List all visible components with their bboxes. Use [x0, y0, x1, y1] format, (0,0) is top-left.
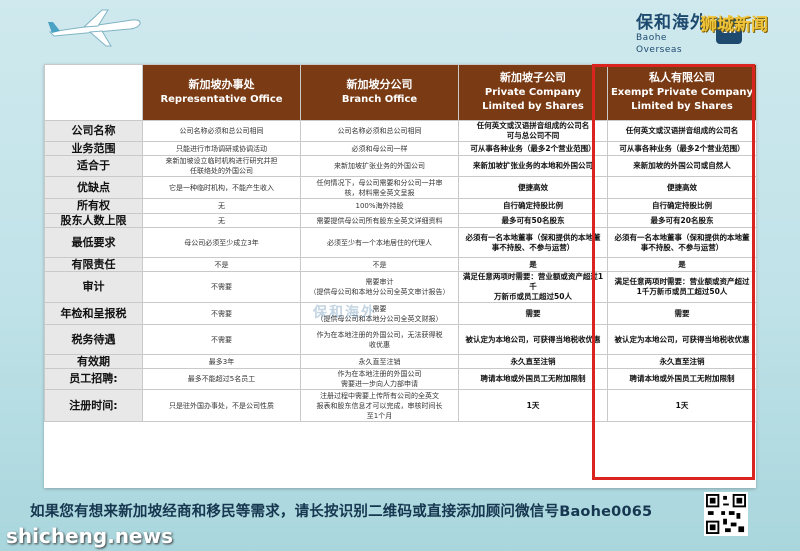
comparison-table: 新加坡办事处 Representative Office 新加坡分公司 Branch… — [44, 64, 757, 422]
table-cell: 需要 — [607, 302, 757, 325]
table-row: 注册时间: 只是驻外国办事处，不是公司性质 注册过程中需要上传所有公司的全英文 报表… — [44, 389, 757, 422]
table-row: 有效期 最多3年 永久直至注销 永久直至注销 永久直至注销 — [44, 354, 757, 369]
table-cell: 注册过程中需要上传所有公司的全英文 报表和股东信息才可以完成，审核时间长 至1个… — [300, 389, 459, 422]
table-cell: 聘请本地或外国员工无附加限制 — [607, 368, 757, 390]
row-label: 最低要求 — [44, 227, 143, 258]
table-cell: 不是 — [300, 257, 459, 272]
table-row: 所有权无 100%海外持股 自行确定持股比例 自行确定持股比例 — [44, 198, 757, 214]
row-label: 业务范围 — [44, 141, 143, 156]
table-cell: 永久直至注销 — [300, 354, 459, 369]
table-cell: 便捷高效 — [607, 176, 757, 199]
table-cell: 自行确定持股比例 — [607, 198, 757, 214]
watermark-top: 狮城新闻 — [700, 15, 768, 35]
table-cell: 最多可有20名股东 — [607, 213, 757, 228]
header-corner — [44, 64, 143, 121]
table-cell: 可从事各种业务（最多2个营业范围） — [607, 141, 757, 156]
column-header: 新加坡子公司 Private Company Limited by Shares — [458, 64, 608, 121]
table-cell: 最多可有50名股东 — [458, 213, 608, 228]
table-row: 有限责任 不是 不是是是 — [44, 257, 757, 272]
table-cell: 公司名称必须和总公司相同 — [142, 120, 301, 142]
table-cell: 不需要 — [142, 324, 301, 355]
table-cell: 必须有一名本地董事（保和提供的本地董 事不持股、不参与运营） — [607, 227, 757, 258]
table-cell: 满足任意两项时需要：营业额或资产超过1千 万新币或员工超过50人 — [458, 271, 608, 303]
comparison-card: 新加坡办事处 Representative Office 新加坡分公司 Branch… — [44, 64, 757, 488]
table-cell: 是 — [458, 257, 608, 272]
table-cell: 作为在本地注册的外国公司，无法获得税 收优惠 — [300, 324, 459, 355]
table-cell: 便捷高效 — [458, 176, 608, 199]
footer-text: 如果您有想来新加坡经商和移民等需求，请长按识别二维码或直接添加顾问微信号Baoh… — [30, 504, 653, 520]
table-row: 员工招聘: 最多不能超过5名员工 作为在本地注册的外国公司 需要进一步向人力部申请聘… — [44, 368, 757, 390]
row-label: 税务待遇 — [44, 324, 143, 355]
row-label: 注册时间: — [44, 389, 143, 422]
table-cell: 永久直至注销 — [607, 354, 757, 369]
table-cell: 来新加坡的外国公司或自然人 — [607, 155, 757, 177]
row-label: 有效期 — [44, 354, 143, 369]
row-label: 适合于 — [44, 155, 143, 177]
table-row: 适合于 来新加坡设立临时机构进行研究并担 任联络处的外国公司 来新加坡扩张业务的外国… — [44, 155, 757, 177]
brand-name-en: Baohe Overseas — [636, 33, 683, 55]
table-cell: 作为在本地注册的外国公司 需要进一步向人力部申请 — [300, 368, 459, 390]
table-cell: 1天 — [458, 389, 608, 422]
table-cell: 任何英文或汉语拼音组成的公司名 可与总公司不同 — [458, 120, 608, 142]
table-cell: 来新加坡扩张业务的外国公司 — [300, 155, 459, 177]
table-row: 税务待遇 不需要 作为在本地注册的外国公司，无法获得税 收优惠 被认定为本地公司，可获… — [44, 324, 757, 355]
table-cell: 聘请本地或外国员工无附加限制 — [458, 368, 608, 390]
table-cell: 需要提供母公司所有股东全英文详细资料 — [300, 213, 459, 228]
table-row: 优缺点 它是一种临时机构，不能产生收入 任何情况下，母公司需要和分公司一并审 核，材… — [44, 176, 757, 199]
table-cell: 可从事各种业务（最多2个营业范围） — [458, 141, 608, 156]
table-cell: 最多3年 — [142, 354, 301, 369]
table-cell: 最多不能超过5名员工 — [142, 368, 301, 390]
column-header: 新加坡分公司 Branch Office — [300, 64, 459, 121]
table-cell: 不需要 — [142, 271, 301, 303]
table-row: 业务范围 只能进行市场调研或协调活动 必须和母公司一样 可从事各种业务（最多2个营业范… — [44, 141, 757, 156]
row-label: 优缺点 — [44, 176, 143, 199]
watermark-center: 保和海外 — [313, 305, 377, 321]
table-header-row: 新加坡办事处 Representative Office 新加坡分公司 Branch… — [44, 64, 757, 121]
table-cell: 需要审计 （提供母公司和本地分公司全英文审计报告） — [300, 271, 459, 303]
qr-code-icon[interactable] — [704, 492, 748, 536]
table-row: 年检和呈报税 不需要 需要 （提供母公司和本地分公司全英文财报） 需要 需要 — [44, 302, 757, 325]
table-cell: 它是一种临时机构，不能产生收入 — [142, 176, 301, 199]
table-cell: 只能进行市场调研或协调活动 — [142, 141, 301, 156]
site-watermark: shicheng.news — [6, 524, 173, 548]
row-label: 审计 — [44, 271, 143, 303]
table-cell: 无 — [142, 213, 301, 228]
table-cell: 100%海外持股 — [300, 198, 459, 214]
table-cell: 母公司必须至少成立3年 — [142, 227, 301, 258]
row-label: 公司名称 — [44, 120, 143, 142]
table-cell: 1天 — [607, 389, 757, 422]
table-cell: 任何英文或汉语拼音组成的公司名 — [607, 120, 757, 142]
row-label: 员工招聘: — [44, 368, 143, 390]
row-label: 年检和呈报税 — [44, 302, 143, 325]
row-label: 有限责任 — [44, 257, 143, 272]
table-cell: 来新加坡设立临时机构进行研究并担 任联络处的外国公司 — [142, 155, 301, 177]
table-cell: 需要 — [458, 302, 608, 325]
table-row: 公司名称 公司名称必须和总公司相同 公司名称必须和总公司相同 任何英文或汉语拼音组成的… — [44, 120, 757, 142]
table-cell: 不是 — [142, 257, 301, 272]
table-cell: 无 — [142, 198, 301, 214]
table-cell: 自行确定持股比例 — [458, 198, 608, 214]
table-row: 最低要求 母公司必须至少成立3年 必须至少有一个本地居住的代理人 必须有一名本地董事（… — [44, 227, 757, 258]
table-cell: 永久直至注销 — [458, 354, 608, 369]
table-cell: 是 — [607, 257, 757, 272]
table-row: 股东人数上限无需要提供母公司所有股东全英文详细资料 最多可有50名股东 最多可有20… — [44, 213, 757, 228]
table-cell: 只是驻外国办事处，不是公司性质 — [142, 389, 301, 422]
table-cell: 任何情况下，母公司需要和分公司一并审 核，材料需全英文呈报 — [300, 176, 459, 199]
table-cell: 不需要 — [142, 302, 301, 325]
table-cell: 必须和母公司一样 — [300, 141, 459, 156]
table-cell: 必须有一名本地董事（保和提供的本地董 事不持股、不参与运营） — [458, 227, 608, 258]
table-cell: 被认定为本地公司，可获得当地税收优惠 — [607, 324, 757, 355]
table-cell: 满足任意两项时需要：营业额或资产超过 1千万新币或员工超过50人 — [607, 271, 757, 303]
table-cell: 被认定为本地公司，可获得当地税收优惠 — [458, 324, 608, 355]
table-row: 审计 不需要 需要审计 （提供母公司和本地分公司全英文审计报告） 满足任意两项时需要：… — [44, 271, 757, 303]
table-cell: 公司名称必须和总公司相同 — [300, 120, 459, 142]
row-label: 所有权 — [44, 198, 143, 214]
column-header: 私人有限公司 Exempt Private Company Limited by S… — [607, 64, 757, 121]
row-label: 股东人数上限 — [44, 213, 143, 228]
column-header: 新加坡办事处 Representative Office — [142, 64, 301, 121]
table-cell: 来新加坡扩张业务的本地和外国公司 — [458, 155, 608, 177]
airplane-icon — [48, 9, 141, 47]
table-cell: 必须至少有一个本地居住的代理人 — [300, 227, 459, 258]
